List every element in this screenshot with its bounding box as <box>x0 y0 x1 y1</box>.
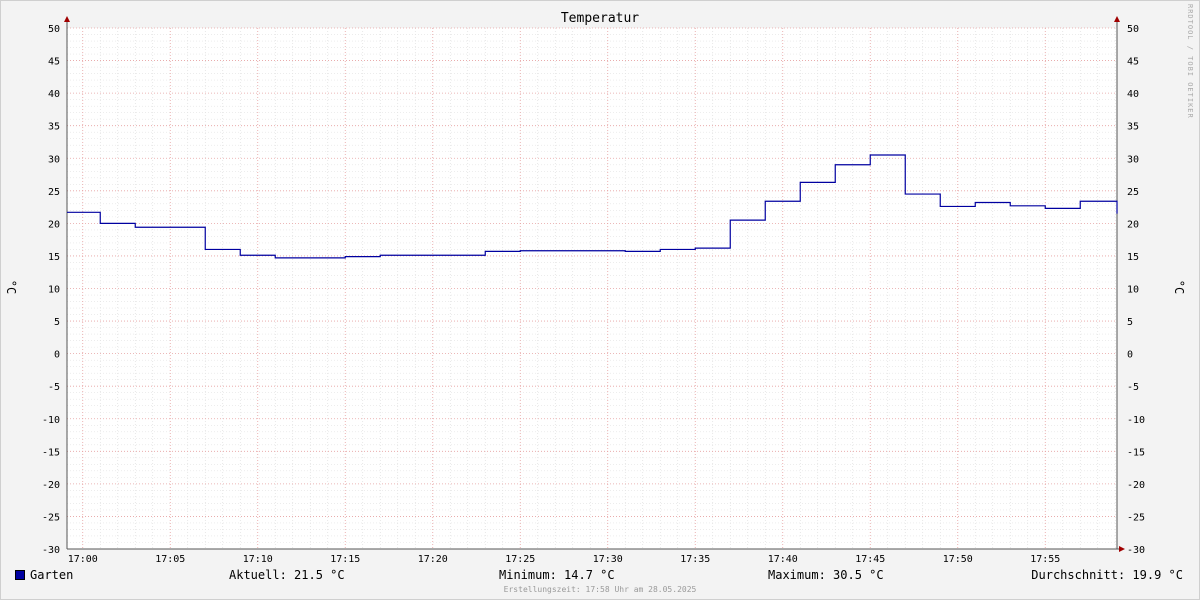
y-tick-label-left: -20 <box>42 480 60 491</box>
y-tick-label-right: -30 <box>1127 545 1145 556</box>
stat-minimum: Minimum: 14.7 °C <box>499 568 615 582</box>
y-tick-label-left: -25 <box>42 512 60 523</box>
y-tick-label-right: -20 <box>1127 480 1145 491</box>
x-tick-label: 17:00 <box>68 554 98 565</box>
y-tick-label-left: 30 <box>48 154 60 165</box>
x-tick-label: 17:05 <box>155 554 185 565</box>
stat-current: Aktuell: 21.5 °C <box>229 568 345 582</box>
x-tick-label: 17:20 <box>418 554 448 565</box>
x-tick-label: 17:10 <box>243 554 273 565</box>
stat-average: Durchschnitt: 19.9 °C <box>1031 568 1183 582</box>
creation-timestamp: Erstellungszeit: 17:58 Uhr am 28.05.2025 <box>503 585 697 594</box>
y-tick-label-right: 35 <box>1127 122 1139 133</box>
y-tick-label-right: 0 <box>1127 350 1133 361</box>
y-tick-label-left: 5 <box>54 317 60 328</box>
y-tick-label-right: -5 <box>1127 382 1139 393</box>
y-tick-label-right: -10 <box>1127 415 1145 426</box>
x-tick-label: 17:25 <box>505 554 535 565</box>
y-tick-label-left: 50 <box>48 24 60 35</box>
x-tick-label: 17:45 <box>855 554 885 565</box>
y-tick-label-right: 20 <box>1127 219 1139 230</box>
y-tick-label-left: 10 <box>48 285 60 296</box>
legend-series-name: Garten <box>30 568 74 582</box>
x-tick-label: 17:40 <box>768 554 798 565</box>
y-axis-right-arrow <box>1114 16 1120 22</box>
x-tick-label: 17:35 <box>680 554 710 565</box>
y-tick-label-left: -30 <box>42 545 60 556</box>
y-tick-label-left: 15 <box>48 252 60 263</box>
x-tick-label: 17:50 <box>943 554 973 565</box>
y-tick-label-left: -10 <box>42 415 60 426</box>
y-tick-label-right: 10 <box>1127 285 1139 296</box>
legend-swatch-garten <box>15 570 25 580</box>
y-tick-label-left: 45 <box>48 57 60 68</box>
y-tick-label-right: 25 <box>1127 187 1139 198</box>
y-tick-label-right: 50 <box>1127 24 1139 35</box>
y-tick-label-right: -25 <box>1127 512 1145 523</box>
legend: Garten Aktuell: 21.5 °C Minimum: 14.7 °C… <box>0 568 1200 584</box>
y-tick-label-right: 40 <box>1127 89 1139 100</box>
y-tick-label-left: -5 <box>48 382 60 393</box>
y-axis-left-arrow <box>64 16 70 22</box>
y-tick-label-right: 5 <box>1127 317 1133 328</box>
y-tick-label-right: 45 <box>1127 57 1139 68</box>
y-tick-label-left: 20 <box>48 219 60 230</box>
y-tick-label-left: 40 <box>48 89 60 100</box>
x-axis-arrow <box>1119 546 1125 552</box>
y-tick-label-left: -15 <box>42 447 60 458</box>
x-tick-label: 17:55 <box>1030 554 1060 565</box>
x-tick-label: 17:30 <box>593 554 623 565</box>
stat-maximum: Maximum: 30.5 °C <box>768 568 884 582</box>
y-tick-label-left: 35 <box>48 122 60 133</box>
y-tick-label-right: -15 <box>1127 447 1145 458</box>
x-tick-label: 17:15 <box>330 554 360 565</box>
y-tick-label-left: 0 <box>54 350 60 361</box>
y-tick-label-right: 30 <box>1127 154 1139 165</box>
temperature-chart: -30 -30 -25 -25 -20 -20 -15 -15 -10 -10 -5 -5 0 0 5 5 10… <box>42 16 1145 565</box>
y-tick-label-left: 25 <box>48 187 60 198</box>
y-tick-label-right: 15 <box>1127 252 1139 263</box>
